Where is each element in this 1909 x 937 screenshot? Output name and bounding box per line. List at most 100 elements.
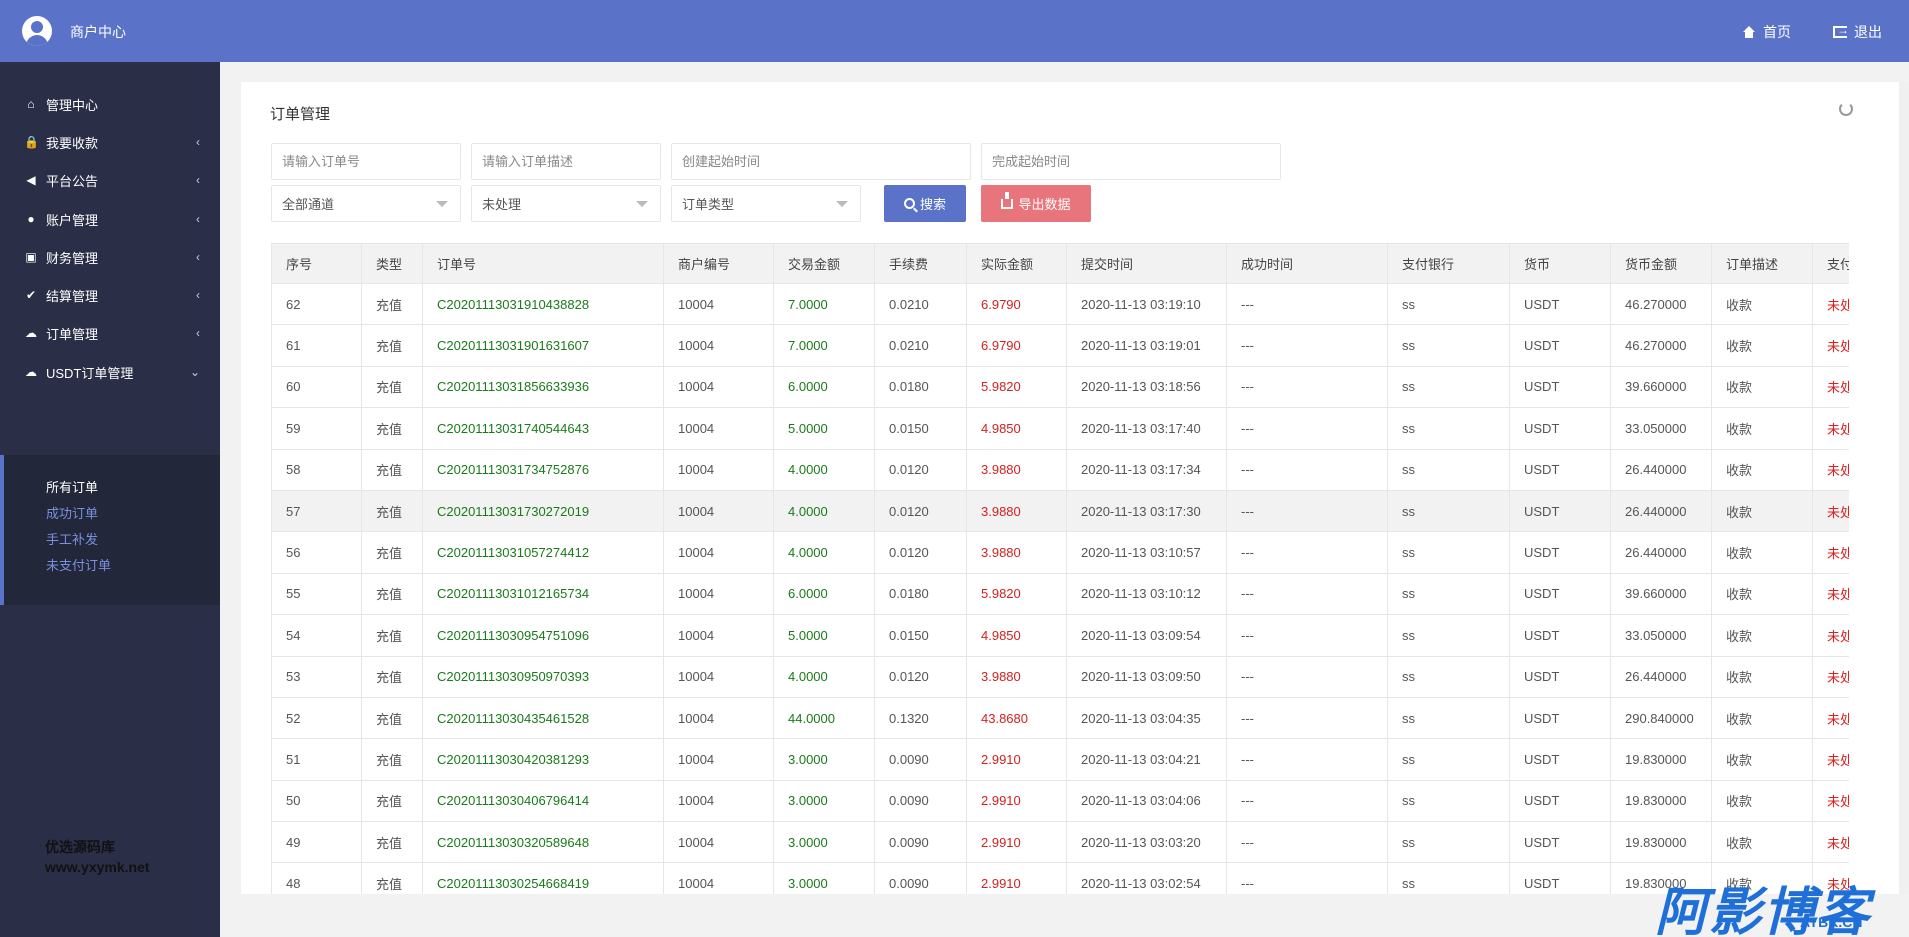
finish-time-input[interactable] (981, 143, 1281, 180)
user-avatar-icon[interactable] (22, 16, 52, 46)
table-cell: USDT (1509, 407, 1611, 450)
table-cell: 3.9880 (966, 531, 1067, 574)
usdt-submenu: 所有订单 成功订单 手工补发 未支付订单 (0, 455, 220, 605)
table-row[interactable]: 57 充值 C20201113031730272019 10004 4.0000 0.01… (271, 489, 1849, 533)
table-cell: ss (1387, 696, 1510, 740)
table-row[interactable]: 49 充值 C20201113030320589648 10004 3.0000 0.00… (271, 821, 1849, 864)
table-cell: 2.9910 (966, 821, 1067, 864)
column-header[interactable]: 成功时间 (1226, 243, 1388, 284)
submenu-item-manual-reissue[interactable]: 手工补发 (46, 529, 98, 548)
order-desc-input[interactable] (471, 143, 661, 180)
submenu-item-success-orders[interactable]: 成功订单 (46, 503, 98, 522)
table-cell: 0.0120 (874, 448, 967, 491)
column-header[interactable]: 交易金额 (773, 243, 875, 284)
table-cell: 19.830000 (1610, 738, 1712, 781)
table-cell: C20201113030435461528 (422, 696, 664, 740)
table-cell: 3.0000 (773, 779, 875, 823)
table-cell: 10004 (663, 282, 774, 326)
table-cell: 10004 (663, 862, 774, 894)
table-cell: C20201113031740544643 (422, 407, 664, 450)
home-link[interactable]: 首页 (1742, 22, 1791, 42)
logout-link[interactable]: 退出 (1833, 22, 1882, 42)
table-cell: 充值 (361, 365, 423, 409)
table-cell: 6.9790 (966, 324, 1067, 367)
order-type-select-value: 订单类型 (682, 197, 735, 212)
table-cell: 收款 (1711, 448, 1813, 491)
column-header[interactable]: 类型 (361, 243, 423, 284)
table-cell: USDT (1509, 779, 1611, 823)
sidebar: ⌂ 管理中心 🔒 我要收款 ‹ ◀ 平台公告 ‹ ● 账户管理 ‹ ▣ 财务管理 ‹ ✔ 结算管理 ‹ ☁ 订单管理… (0, 62, 220, 937)
top-header: 商户中心 首页 退出 (0, 0, 1909, 62)
table-cell: 52 (271, 696, 362, 740)
column-header[interactable]: 手续费 (874, 243, 967, 284)
table-cell: C20201113031057274412 (422, 531, 664, 574)
table-cell: 290.840000 (1610, 696, 1712, 740)
column-header[interactable]: 订单描述 (1711, 243, 1813, 284)
table-cell: ss (1387, 572, 1510, 616)
table-row[interactable]: 55 充值 C20201113031012165734 10004 6.0000 0.01… (271, 572, 1849, 616)
status-select[interactable]: 未处理 (471, 185, 661, 222)
table-cell: 10004 (663, 738, 774, 781)
table-cell: 46.270000 (1610, 324, 1712, 367)
table-cell: 57 (271, 489, 362, 533)
submenu-item-all-orders[interactable]: 所有订单 (46, 477, 98, 496)
column-header[interactable]: 序号 (271, 243, 362, 284)
table-cell: --- (1226, 862, 1388, 894)
column-header[interactable]: 提交时间 (1066, 243, 1227, 284)
order-type-select[interactable]: 订单类型 (671, 185, 861, 222)
table-row[interactable]: 52 充值 C20201113030435461528 10004 44.0000 0.1… (271, 696, 1849, 740)
table-row[interactable]: 53 充值 C20201113030950970393 10004 4.0000 0.01… (271, 655, 1849, 698)
sidebar-item-7[interactable]: ☁ USDT订单管理 ⌄ (0, 350, 220, 394)
table-row[interactable]: 62 充值 C20201113031910438828 10004 7.0000 0.02… (271, 282, 1849, 326)
table-row[interactable]: 54 充值 C20201113030954751096 10004 5.0000 0.01… (271, 614, 1849, 657)
table-cell: 2.9910 (966, 862, 1067, 894)
page-scrollbar[interactable] (1899, 82, 1909, 894)
table-cell: USDT (1509, 862, 1611, 894)
table-cell: C20201113031856633936 (422, 365, 664, 409)
table-row[interactable]: 50 充值 C20201113030406796414 10004 3.0000 0.00… (271, 779, 1849, 823)
column-header[interactable]: 支付银行 (1387, 243, 1510, 284)
table-cell: 6.9790 (966, 282, 1067, 326)
logout-label: 退出 (1854, 24, 1882, 40)
search-button[interactable]: 搜索 (884, 185, 966, 222)
export-button[interactable]: 导出数据 (981, 185, 1091, 222)
sidebar-item-2[interactable]: ◀ 平台公告 ‹ (0, 158, 220, 202)
table-cell: 10004 (663, 407, 774, 450)
sidebar-item-6[interactable]: ☁ 订单管理 ‹ (0, 311, 220, 355)
refresh-icon[interactable] (1839, 102, 1853, 116)
column-header[interactable]: 订单号 (422, 243, 664, 284)
table-row[interactable]: 60 充值 C20201113031856633936 10004 6.0000 0.01… (271, 365, 1849, 409)
table-cell: 0.1320 (874, 696, 967, 740)
table-cell: 未处理 (1812, 738, 1849, 781)
table-cell: --- (1226, 821, 1388, 864)
create-time-input[interactable] (671, 143, 971, 180)
lock-icon: 🔒 (24, 135, 39, 149)
home-label: 首页 (1763, 24, 1791, 40)
table-row[interactable]: 48 充值 C20201113030254668419 10004 3.0000 0.00… (271, 862, 1849, 894)
channel-select-value: 全部通道 (282, 197, 335, 212)
table-cell: 4.0000 (773, 531, 875, 574)
watermark-logo-sub: AYBK.CN (1800, 914, 1863, 930)
table-row[interactable]: 51 充值 C20201113030420381293 10004 3.0000 0.00… (271, 738, 1849, 781)
column-header[interactable]: 实际金额 (966, 243, 1067, 284)
table-cell: 2.9910 (966, 779, 1067, 823)
order-no-input[interactable] (271, 143, 461, 180)
table-cell: USDT (1509, 448, 1611, 491)
table-cell: 充值 (361, 324, 423, 367)
table-cell: 收款 (1711, 738, 1813, 781)
table-row[interactable]: 58 充值 C20201113031734752876 10004 4.0000 0.01… (271, 448, 1849, 491)
orders-table: 序号 类型 订单号 商户编号 交易金额 手续费 实际金额 提交时间 成功时间 支付银行 货币 货币金额… (271, 243, 1849, 894)
submenu-item-unpaid-orders[interactable]: 未支付订单 (46, 555, 111, 574)
column-header[interactable]: 货币金额 (1610, 243, 1712, 284)
column-header[interactable]: 商户编号 (663, 243, 774, 284)
table-row[interactable]: 61 充值 C20201113031901631607 10004 7.0000 0.02… (271, 324, 1849, 367)
channel-select[interactable]: 全部通道 (271, 185, 461, 222)
table-cell: 56 (271, 531, 362, 574)
table-row[interactable]: 59 充值 C20201113031740544643 10004 5.0000 0.01… (271, 407, 1849, 450)
column-header[interactable]: 支付状态 (1812, 243, 1849, 284)
table-cell: --- (1226, 655, 1388, 698)
table-row[interactable]: 56 充值 C20201113031057274412 10004 4.0000 0.01… (271, 531, 1849, 574)
table-cell: 43.8680 (966, 696, 1067, 740)
column-header[interactable]: 货币 (1509, 243, 1611, 284)
table-cell: 2020-11-13 03:04:21 (1066, 738, 1227, 781)
